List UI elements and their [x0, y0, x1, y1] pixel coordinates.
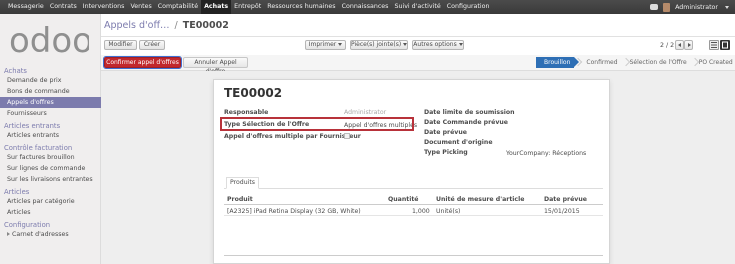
chevron-down-icon[interactable]: [725, 5, 729, 9]
top-menu-interventions[interactable]: Interventions: [80, 0, 128, 14]
cancel-call-for-tenders-button[interactable]: Annuler Appel d'offre: [183, 57, 248, 75]
form-view-icon: [722, 41, 728, 49]
status-step-selection: Sélection de l'Offre: [622, 57, 691, 68]
cell-quantite: 1,000: [412, 208, 430, 215]
field-label-document-origine: Document d'origine: [424, 139, 493, 146]
sidebar-section-controle-facturation: Contrôle facturation: [4, 144, 73, 152]
cell-unite: Unité(s): [436, 208, 461, 215]
breadcrumb-current: TE00002: [182, 20, 229, 31]
sidebar-section-articles: Articles: [4, 188, 30, 196]
column-header-date-prevue[interactable]: Date prévue: [544, 196, 587, 203]
more-options-button[interactable]: Autres options: [412, 40, 464, 50]
sidebar-item-lignes-de-commande[interactable]: Sur lignes de commande: [0, 163, 101, 174]
chevron-right-icon: [7, 232, 10, 236]
top-menu-entrepot[interactable]: Entrepôt: [231, 0, 264, 14]
field-label-multiple-par-fournisseur: Appel d'offres multiple par Fournisseur: [224, 133, 361, 140]
more-options-label: Autres options: [413, 41, 457, 48]
cell-date-prevue: 15/01/2015: [544, 208, 580, 215]
top-menu: Messagerie Contrats Interventions Ventes…: [5, 0, 492, 14]
top-right-area: Administrator: [650, 0, 729, 14]
form-view-button[interactable]: [720, 40, 730, 50]
cell-produit: [A2325] iPad Retina Display (32 GB, Whit…: [227, 208, 361, 215]
status-step-po-created: PO Created: [691, 57, 735, 68]
sidebar-item-fournisseurs[interactable]: Fournisseurs: [0, 108, 101, 119]
sidebar-item-label: Carnet d'adresses: [12, 231, 69, 238]
list-view-button[interactable]: [709, 40, 719, 50]
sidebar-item-bons-de-commande[interactable]: Bons de commande: [0, 86, 101, 97]
logo-text: odoo: [9, 24, 89, 60]
header-divider: [101, 36, 735, 37]
chevron-down-icon: [403, 43, 408, 46]
sidebar-item-factures-brouillon[interactable]: Sur factures brouillon: [0, 152, 101, 163]
pager-counter: 2 / 2: [660, 42, 675, 49]
chevron-down-icon: [338, 43, 343, 46]
field-label-date-prevue: Date prévue: [424, 129, 467, 136]
field-label-responsable: Responsable: [224, 109, 269, 116]
logo[interactable]: odoo: [9, 24, 89, 60]
tab-produits[interactable]: Produits: [226, 177, 259, 189]
top-menu-achats[interactable]: Achats: [201, 0, 232, 14]
breadcrumb-parent[interactable]: Appels d'off…: [104, 20, 170, 31]
print-label: Imprimer: [308, 41, 337, 48]
print-button[interactable]: Imprimer: [305, 40, 346, 50]
chat-icon[interactable]: [650, 4, 659, 10]
avatar[interactable]: [663, 2, 671, 12]
highlight-box: [220, 117, 414, 131]
sidebar-item-articles[interactable]: Articles: [0, 207, 101, 218]
field-label-date-commande: Date Commande prévue: [424, 119, 508, 126]
top-menu-connaissances[interactable]: Connaissances: [339, 0, 392, 14]
sidebar-item-livraisons-entrantes[interactable]: Sur les livraisons entrantes: [0, 174, 101, 185]
chevron-down-icon: [458, 43, 463, 46]
multiple-per-supplier-checkbox[interactable]: [344, 133, 350, 139]
sidebar-item-articles-entrants[interactable]: Articles entrants: [0, 130, 101, 141]
table-footer-line: [224, 255, 603, 256]
top-menu-bar: Messagerie Contrats Interventions Ventes…: [0, 0, 735, 14]
create-button[interactable]: Créer: [139, 40, 165, 50]
sidebar-item-demande-de-prix[interactable]: Demande de prix: [0, 75, 101, 86]
confirm-call-for-tenders-button[interactable]: Confirmer appel d'offres: [103, 56, 182, 69]
top-menu-ventes[interactable]: Ventes: [127, 0, 154, 14]
top-menu-ressources-humaines[interactable]: Ressources humaines: [264, 0, 338, 14]
column-header-produit[interactable]: Produit: [227, 196, 253, 203]
sidebar: odoo Achats Demande de prix Bons de comm…: [0, 14, 101, 264]
sidebar-item-carnet-adresses[interactable]: Carnet d'adresses: [0, 229, 101, 240]
column-header-unite[interactable]: Unité de mesure d'article: [436, 196, 524, 203]
top-menu-contrats[interactable]: Contrats: [47, 0, 80, 14]
record-title: TE00002: [224, 86, 283, 100]
top-menu-suivi-activite[interactable]: Suivi d'activité: [391, 0, 443, 14]
sidebar-section-configuration: Configuration: [4, 221, 51, 229]
top-menu-comptabilite[interactable]: Comptabilité: [155, 0, 201, 14]
pager-previous-button[interactable]: [675, 40, 684, 50]
field-value-type-picking[interactable]: YourCompany: Réceptions: [506, 150, 586, 157]
top-menu-messagerie[interactable]: Messagerie: [5, 0, 47, 14]
pager-next-button[interactable]: [684, 40, 693, 50]
notebook-tab-bar: [224, 188, 603, 189]
field-value-responsable[interactable]: Administrator: [344, 109, 386, 116]
sidebar-section-achats: Achats: [4, 67, 27, 75]
status-steps: Brouillon Confirmed Sélection de l'Offre…: [536, 57, 735, 68]
chevron-right-icon: [688, 43, 691, 47]
sidebar-section-articles-entrants: Articles entrants: [4, 122, 61, 130]
user-name[interactable]: Administrator: [675, 4, 718, 11]
attachments-button[interactable]: Pièce(s) jointe(s): [350, 40, 408, 50]
list-view-icon: [711, 42, 717, 48]
table-row[interactable]: [A2325] iPad Retina Display (32 GB, Whit…: [224, 206, 603, 216]
form-sheet: [213, 79, 610, 264]
status-step-confirmed: Confirmed: [574, 57, 621, 68]
edit-button[interactable]: Modifier: [104, 40, 137, 50]
sidebar-nav: Achats Demande de prix Bons de commande …: [0, 64, 101, 240]
field-label-type-picking: Type Picking: [424, 149, 468, 156]
attachments-label: Pièce(s) jointe(s): [351, 41, 402, 48]
table-header-row: Produit Quantité Unité de mesure d'artic…: [224, 195, 603, 205]
breadcrumb: Appels d'off… / TE00002: [104, 20, 229, 31]
sidebar-item-appels-offres[interactable]: Appels d'offres: [0, 97, 101, 108]
top-menu-configuration[interactable]: Configuration: [444, 0, 493, 14]
column-header-quantite[interactable]: Quantité: [388, 196, 418, 203]
chevron-left-icon: [678, 43, 681, 47]
sidebar-item-articles-par-categorie[interactable]: Articles par catégorie: [0, 196, 101, 207]
breadcrumb-separator: /: [174, 20, 178, 31]
field-label-date-limite: Date limite de soumission: [424, 109, 515, 116]
status-step-brouillon: Brouillon: [536, 57, 580, 68]
